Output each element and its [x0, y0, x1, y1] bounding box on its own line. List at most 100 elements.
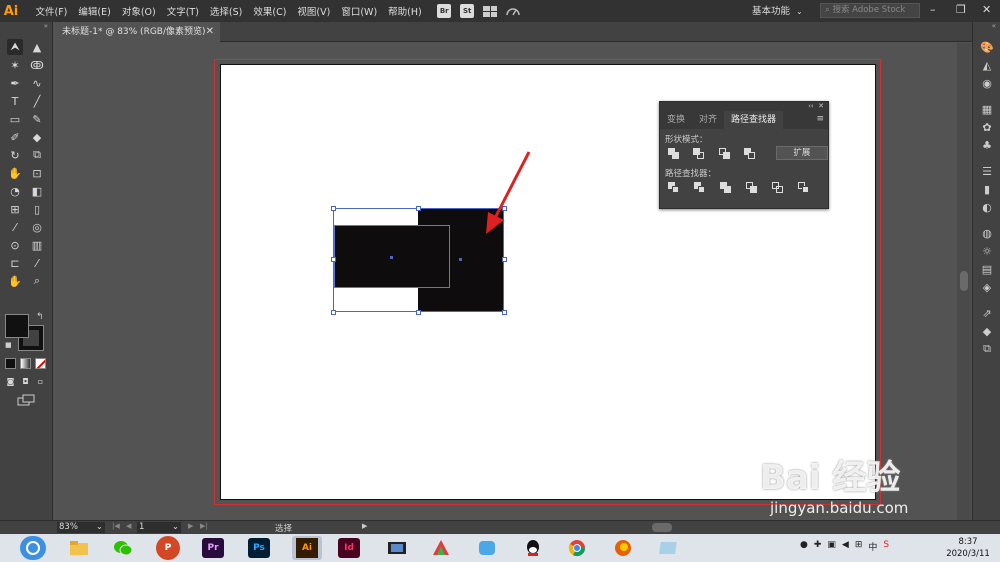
bbox-handle-bc[interactable]: [416, 310, 421, 315]
graphic-styles-icon[interactable]: ☼: [973, 242, 1000, 260]
menu-help[interactable]: 帮助(H): [383, 4, 428, 18]
bbox-handle-mr[interactable]: [502, 257, 507, 262]
powerpoint-icon[interactable]: P: [156, 536, 180, 560]
next-artboard-icon[interactable]: ▶: [188, 522, 193, 530]
warp-tool-icon[interactable]: ✋: [7, 165, 23, 181]
premiere-icon[interactable]: Pr: [202, 538, 224, 558]
cc-libraries-icon[interactable]: ◉: [973, 74, 1000, 92]
minimize-button[interactable]: –: [930, 3, 936, 16]
firefox-icon[interactable]: [610, 536, 636, 560]
menu-type[interactable]: 文字(T): [161, 4, 204, 18]
shaper-tool-icon[interactable]: ✐: [7, 129, 23, 145]
chinese-ime-icon[interactable]: 中: [868, 540, 877, 553]
indesign-icon[interactable]: Id: [338, 538, 360, 558]
bbox-handle-tl[interactable]: [331, 206, 336, 211]
divide-icon[interactable]: [668, 181, 679, 193]
menu-object[interactable]: 对象(O): [116, 4, 161, 18]
bbox-handle-ml[interactable]: [331, 257, 336, 262]
stock-search-input[interactable]: ⌕ 搜索 Adobe Stock: [820, 3, 920, 18]
tab-align[interactable]: 对齐: [692, 111, 724, 129]
collapse-panel-icon[interactable]: ‹‹: [808, 102, 814, 110]
last-artboard-icon[interactable]: ▶|: [200, 522, 208, 530]
menu-file[interactable]: 文件(F): [30, 4, 73, 18]
menu-edit[interactable]: 编辑(E): [73, 4, 116, 18]
stock-icon[interactable]: St: [460, 4, 475, 18]
direct-selection-tool-icon[interactable]: ▲: [29, 39, 45, 55]
none-mode-button[interactable]: [35, 358, 46, 369]
close-button[interactable]: ✕: [982, 3, 991, 16]
unite-icon[interactable]: [668, 147, 679, 159]
curvature-tool-icon[interactable]: ∿: [29, 75, 45, 91]
trim-icon[interactable]: [694, 181, 705, 193]
sogou-tray-icon[interactable]: S: [883, 540, 889, 553]
lasso-tool-icon[interactable]: ↂ: [29, 57, 45, 73]
layers-icon[interactable]: ◆: [973, 322, 1000, 340]
mesh-tool-icon[interactable]: ⊞: [7, 201, 23, 217]
previous-artboard-icon[interactable]: ◀: [126, 522, 131, 530]
gradient-tool-icon[interactable]: ▯: [29, 201, 45, 217]
transparency-panel-icon[interactable]: ◐: [973, 198, 1000, 216]
gpu-performance-icon[interactable]: [506, 5, 520, 17]
bbox-handle-bl[interactable]: [331, 310, 336, 315]
network-tray-icon[interactable]: ▣: [827, 540, 836, 553]
media-app-icon[interactable]: [428, 536, 454, 560]
image-trace-icon[interactable]: ◈: [973, 278, 1000, 296]
export-panel-icon[interactable]: ⇗: [973, 304, 1000, 322]
vertical-scroll-thumb[interactable]: [960, 271, 968, 291]
security-tray-icon[interactable]: ✚: [814, 540, 822, 553]
status-menu-arrow-icon[interactable]: ▶: [362, 522, 367, 530]
crop-icon[interactable]: [746, 181, 757, 193]
start-button[interactable]: [20, 536, 46, 560]
fill-swatch[interactable]: [5, 314, 29, 338]
eraser-tool-icon[interactable]: ◆: [29, 129, 45, 145]
horizontal-scroll-thumb[interactable]: [652, 523, 672, 532]
system-clock[interactable]: 8:37 2020/3/11: [938, 536, 998, 560]
outline-icon[interactable]: [772, 181, 783, 193]
layers-icon-small[interactable]: ▤: [973, 260, 1000, 278]
screen-mode-icon[interactable]: [17, 394, 35, 409]
color-panel-icon[interactable]: 🎨: [973, 38, 1000, 56]
stroke-panel-icon[interactable]: ☰: [973, 162, 1000, 180]
gradient-panel-icon[interactable]: ▮: [973, 180, 1000, 198]
symbol-sprayer-tool-icon[interactable]: ⊙: [7, 237, 23, 253]
cloud-app-icon[interactable]: [474, 536, 500, 560]
line-tool-icon[interactable]: ╱: [29, 93, 45, 109]
bbox-handle-br[interactable]: [502, 310, 507, 315]
slice-tool-icon[interactable]: ⁄: [29, 255, 45, 271]
volume-tray-icon[interactable]: ◀: [842, 540, 849, 553]
free-transform-tool-icon[interactable]: ⊡: [29, 165, 45, 181]
selection-tool-icon[interactable]: ⮝: [7, 39, 23, 55]
restore-button[interactable]: ❐: [956, 3, 966, 16]
exclude-icon[interactable]: [744, 147, 756, 159]
arrange-documents-icon[interactable]: [483, 5, 498, 17]
color-mode-button[interactable]: [5, 358, 16, 369]
hand-tool-icon[interactable]: ✋: [7, 273, 23, 289]
workspace-switcher[interactable]: 基本功能 ⌄: [752, 3, 803, 17]
wechat-icon[interactable]: [110, 536, 136, 560]
desktop-app-icon[interactable]: [656, 536, 682, 560]
qq-icon[interactable]: [520, 536, 546, 560]
draw-behind-icon[interactable]: ◘: [20, 376, 31, 387]
ime-tray-icon[interactable]: ⊞: [855, 540, 863, 553]
brushes-icon[interactable]: ✿: [973, 118, 1000, 136]
artboards-panel-icon[interactable]: ⧉: [973, 340, 1000, 358]
merge-icon[interactable]: [720, 181, 731, 193]
chrome-icon[interactable]: [564, 536, 590, 560]
illustrator-taskbar-item[interactable]: Ai: [292, 536, 322, 560]
column-graph-tool-icon[interactable]: ▥: [29, 237, 45, 253]
video-editor-icon[interactable]: [384, 536, 410, 560]
symbols-icon[interactable]: ♣: [973, 136, 1000, 154]
document-tab[interactable]: 未标题-1* @ 83% (RGB/像素预览) ✕: [56, 22, 220, 42]
vertical-scrollbar[interactable]: [957, 43, 971, 520]
panel-collapse-icon[interactable]: »: [0, 22, 52, 38]
expand-button[interactable]: 扩展: [775, 146, 829, 160]
artboard-number-field[interactable]: 1 ⌄: [137, 522, 181, 533]
menu-window[interactable]: 窗口(W): [336, 4, 383, 18]
scale-tool-icon[interactable]: ⧉: [29, 147, 45, 163]
bbox-handle-tc[interactable]: [416, 206, 421, 211]
close-panel-icon[interactable]: ✕: [818, 102, 824, 110]
zoom-level-field[interactable]: 83% ⌄: [57, 522, 105, 533]
shape-builder-tool-icon[interactable]: ◔: [7, 183, 23, 199]
tab-pathfinder[interactable]: 路径查找器: [724, 111, 784, 129]
default-colors-icon[interactable]: ■: [5, 341, 12, 349]
